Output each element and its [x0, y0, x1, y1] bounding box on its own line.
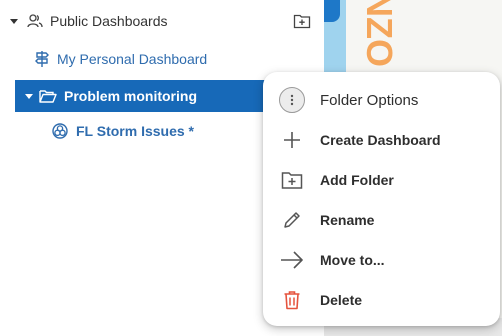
map-blue-mark: [324, 0, 340, 22]
tree-item-fl-storm-issues[interactable]: FL Storm Issues *: [52, 120, 194, 142]
add-folder-icon[interactable]: [293, 12, 311, 30]
folder-options-menu: Folder Options Create Dashboard Add Fold…: [263, 72, 500, 326]
users-icon: [27, 14, 43, 28]
map-orange-label: UNZO: [359, 0, 400, 67]
menu-item-delete[interactable]: Delete: [263, 280, 500, 320]
signpost-icon: [35, 51, 49, 67]
menu-header-folder-options: Folder Options: [263, 80, 500, 120]
folder-plus-icon: [279, 167, 305, 193]
menu-dots-container: [279, 87, 305, 113]
menu-item-label: Delete: [320, 292, 363, 308]
menu-item-rename[interactable]: Rename: [263, 200, 500, 240]
menu-item-label: Rename: [320, 212, 375, 228]
tree-item-label: My Personal Dashboard: [57, 51, 208, 67]
tree-root-label: Public Dashboards: [50, 13, 168, 29]
menu-item-label: Add Folder: [320, 172, 394, 188]
trash-icon: [279, 287, 305, 313]
tree-root-public-dashboards[interactable]: Public Dashboards: [10, 10, 168, 32]
more-vertical-icon[interactable]: [279, 87, 305, 113]
arrow-right-icon: [279, 247, 305, 273]
caret-down-icon[interactable]: [10, 18, 18, 24]
menu-item-add-folder[interactable]: Add Folder: [263, 160, 500, 200]
menu-item-label: Create Dashboard: [320, 132, 441, 148]
menu-item-label: Move to...: [320, 252, 385, 268]
folder-open-icon: [39, 90, 57, 103]
tree-item-label: FL Storm Issues *: [76, 123, 195, 139]
menu-item-move-to[interactable]: Move to...: [263, 240, 500, 280]
tree-item-label: Problem monitoring: [64, 88, 197, 104]
plus-icon: [279, 127, 305, 153]
menu-item-create-dashboard[interactable]: Create Dashboard: [263, 120, 500, 160]
menu-title: Folder Options: [320, 91, 419, 109]
tree-item-my-personal-dashboard[interactable]: My Personal Dashboard: [35, 48, 207, 70]
hazard-icon: [52, 123, 68, 139]
caret-down-icon[interactable]: [25, 93, 33, 99]
pencil-icon: [279, 207, 305, 233]
